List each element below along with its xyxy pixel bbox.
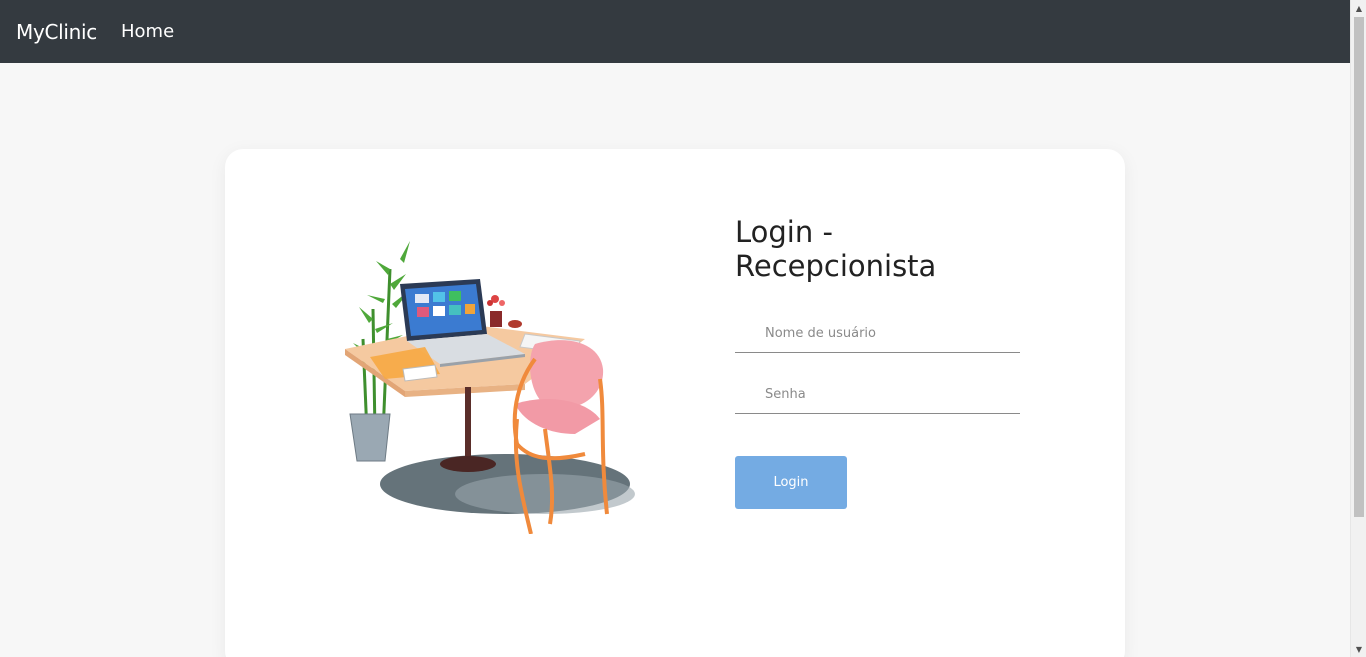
login-form: Login - Recepcionista Login [735, 215, 1020, 509]
login-button[interactable]: Login [735, 456, 847, 509]
scroll-thumb[interactable] [1354, 17, 1364, 517]
password-field-wrapper [735, 370, 1020, 414]
nav-link-home[interactable]: Home [121, 21, 174, 42]
top-navbar: MyClinic Home [0, 0, 1350, 63]
scroll-down-arrow-icon[interactable]: ▼ [1351, 641, 1366, 657]
password-input[interactable] [735, 370, 1020, 413]
scroll-up-arrow-icon[interactable]: ▲ [1351, 0, 1366, 16]
username-field-wrapper [735, 309, 1020, 353]
login-title: Login - Recepcionista [735, 215, 937, 283]
brand-link[interactable]: MyClinic [16, 20, 97, 44]
desk-workspace-illustration [345, 241, 635, 534]
login-card: Login - Recepcionista Login [225, 149, 1125, 657]
vertical-scrollbar[interactable]: ▲ ▼ [1350, 0, 1366, 657]
username-input[interactable] [735, 309, 1020, 352]
